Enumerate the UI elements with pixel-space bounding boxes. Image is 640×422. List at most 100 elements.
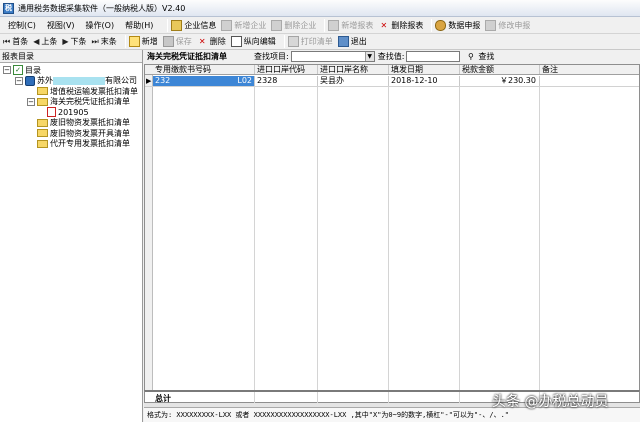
- report-tree-panel: 报表目录 − ✓ 目录 − 苏外 有限公司 增值税运输发票抵扣清单 − 海关完税…: [0, 50, 143, 422]
- cell-date[interactable]: 2018-12-10: [389, 76, 460, 86]
- menu-separator: [431, 18, 433, 32]
- cell-note[interactable]: [540, 76, 639, 86]
- col-header-date[interactable]: 填发日期: [389, 65, 460, 74]
- grid-header: 专用缴款书号码 进口口岸代码 进口口岸名称 填发日期 税款金额 备注: [145, 65, 639, 75]
- tree-item[interactable]: − 海关完税凭证抵扣清单: [3, 97, 142, 108]
- delete-company-button[interactable]: 删除企业: [271, 19, 316, 31]
- menu-view[interactable]: 视图(V): [47, 20, 75, 31]
- company-info-button[interactable]: 企业信息: [171, 19, 216, 31]
- current-row-icon: ▶: [146, 77, 152, 85]
- cell-port-name[interactable]: 吴县办: [318, 76, 389, 86]
- tree-root[interactable]: − ✓ 目录: [3, 65, 142, 76]
- folder-icon: [37, 129, 48, 138]
- last-icon: ⏭: [91, 36, 99, 46]
- tree-item-period[interactable]: 201905: [3, 107, 142, 118]
- prev-icon: ◀: [33, 37, 40, 46]
- window-title: 通用税务数据采集软件（一般纳税人版）V2.40: [18, 3, 186, 13]
- delete-report-button[interactable]: ✕ 删除报表: [378, 20, 424, 31]
- report-tree: − ✓ 目录 − 苏外 有限公司 增值税运输发票抵扣清单 − 海关完税凭证抵扣清…: [0, 63, 142, 149]
- cell-tax-amount[interactable]: ￥230.30: [460, 76, 540, 86]
- toolbar-separator: [283, 35, 285, 48]
- collapse-icon[interactable]: −: [3, 66, 11, 75]
- catalog-icon: ✓: [13, 65, 23, 76]
- company-info-icon: [171, 19, 183, 31]
- exit-button[interactable]: 退出: [337, 36, 367, 47]
- tree-item[interactable]: 增值税运输发票抵扣清单: [3, 86, 142, 97]
- print-icon: [287, 36, 299, 47]
- redacted-name: [53, 76, 105, 85]
- main-area: 海关完税凭证抵扣清单 查找项目: ▼ 查找值: ⚲ 查找 专用缴款书号码 进口口…: [144, 50, 640, 422]
- chevron-down-icon[interactable]: ▼: [364, 52, 374, 61]
- first-icon: ⏮: [3, 36, 11, 46]
- menu-operate[interactable]: 操作(O): [86, 20, 115, 31]
- grid-divider: [317, 87, 318, 403]
- next-record-button[interactable]: ▶ 下条: [62, 36, 86, 47]
- company-icon: [25, 75, 35, 86]
- menubar: 控制(C) 视图(V) 操作(O) 帮助(H) 企业信息 新增企业 删除企业 新…: [0, 17, 640, 34]
- prev-record-button[interactable]: ◀ 上条: [33, 36, 57, 47]
- search-value-input[interactable]: [406, 51, 461, 62]
- modify-declare-icon: [485, 19, 497, 31]
- search-item-select[interactable]: ▼: [290, 51, 375, 62]
- menu-control[interactable]: 控制(C): [8, 20, 36, 31]
- grid-divider: [388, 392, 389, 403]
- report-file-icon: [47, 107, 56, 118]
- print-list-button[interactable]: 打印清单: [287, 36, 333, 47]
- find-button[interactable]: ⚲ 查找: [465, 51, 494, 62]
- folder-icon: [37, 87, 48, 96]
- col-header-number[interactable]: 专用缴款书号码: [153, 65, 255, 74]
- search-bar: 海关完税凭证抵扣清单 查找项目: ▼ 查找值: ⚲ 查找: [144, 50, 640, 63]
- data-grid: 专用缴款书号码 进口口岸代码 进口口岸名称 填发日期 税款金额 备注 ▶ 232…: [144, 64, 640, 404]
- collapse-icon[interactable]: −: [27, 97, 35, 106]
- report-tab[interactable]: 海关完税凭证抵扣清单: [147, 51, 227, 62]
- add-report-icon: [328, 19, 340, 31]
- delete-icon: ✕: [198, 37, 206, 46]
- tree-item[interactable]: 废旧物资发票抵扣清单: [3, 118, 142, 129]
- grid-divider: [459, 87, 460, 403]
- tree-item[interactable]: 废旧物资发票开具清单: [3, 128, 142, 139]
- col-header-note[interactable]: 备注: [540, 65, 639, 74]
- save-button[interactable]: 保存: [162, 36, 192, 47]
- col-header-tax-amount[interactable]: 税款金额: [460, 65, 540, 74]
- app-icon: 税: [3, 2, 14, 14]
- add-report-button[interactable]: 新增报表: [328, 19, 373, 31]
- cell-number[interactable]: 232 L02: [153, 76, 255, 86]
- grid-divider: [254, 87, 255, 403]
- modify-declare-button[interactable]: 修改申报: [485, 19, 530, 31]
- folder-icon: [37, 139, 48, 148]
- add-button[interactable]: 新增: [128, 36, 158, 47]
- table-row[interactable]: ▶ 232 L02 2328 吴县办 2018-12-10 ￥230.30: [145, 76, 639, 87]
- delete-company-icon: [271, 19, 283, 31]
- vertical-edit-button[interactable]: 纵向编辑: [230, 36, 276, 47]
- col-header-port-name[interactable]: 进口口岸名称: [318, 65, 389, 74]
- toolbar: ⏮ 首条 ◀ 上条 ▶ 下条 ⏭ 末条 新增 保存 ✕ 删除 纵向编辑 打印清单…: [0, 34, 640, 50]
- save-icon: [162, 36, 174, 47]
- menu-separator: [167, 18, 169, 32]
- search-item-label: 查找项目:: [254, 52, 289, 61]
- folder-open-icon: [37, 97, 48, 106]
- tree-panel-title: 报表目录: [0, 50, 142, 63]
- col-header-port-code[interactable]: 进口口岸代码: [255, 65, 318, 74]
- next-icon: ▶: [62, 37, 69, 46]
- menu-separator: [324, 18, 326, 32]
- grid-divider: [317, 392, 318, 403]
- grid-divider: [539, 87, 540, 403]
- grid-divider: [254, 392, 255, 403]
- add-company-icon: [221, 19, 233, 31]
- tree-company[interactable]: − 苏外 有限公司: [3, 75, 142, 87]
- first-record-button[interactable]: ⏮ 首条: [3, 36, 28, 47]
- add-company-button[interactable]: 新增企业: [221, 19, 266, 31]
- grid-divider: [388, 87, 389, 403]
- title-bar: 税 通用税务数据采集软件（一般纳税人版）V2.40: [0, 0, 640, 17]
- data-declare-icon: [435, 19, 447, 31]
- tree-item[interactable]: 代开专用发票抵扣清单: [3, 139, 142, 150]
- data-declare-button[interactable]: 数据申报: [435, 19, 480, 31]
- delete-button[interactable]: ✕ 删除: [197, 36, 226, 47]
- menu-help[interactable]: 帮助(H): [125, 20, 153, 31]
- grid-body: [145, 87, 639, 403]
- collapse-icon[interactable]: −: [15, 76, 23, 85]
- last-record-button[interactable]: ⏭ 末条: [92, 36, 117, 47]
- cell-port-code[interactable]: 2328: [255, 76, 318, 86]
- search-value-label: 查找值:: [377, 52, 405, 61]
- binoculars-icon: ⚲: [467, 52, 474, 61]
